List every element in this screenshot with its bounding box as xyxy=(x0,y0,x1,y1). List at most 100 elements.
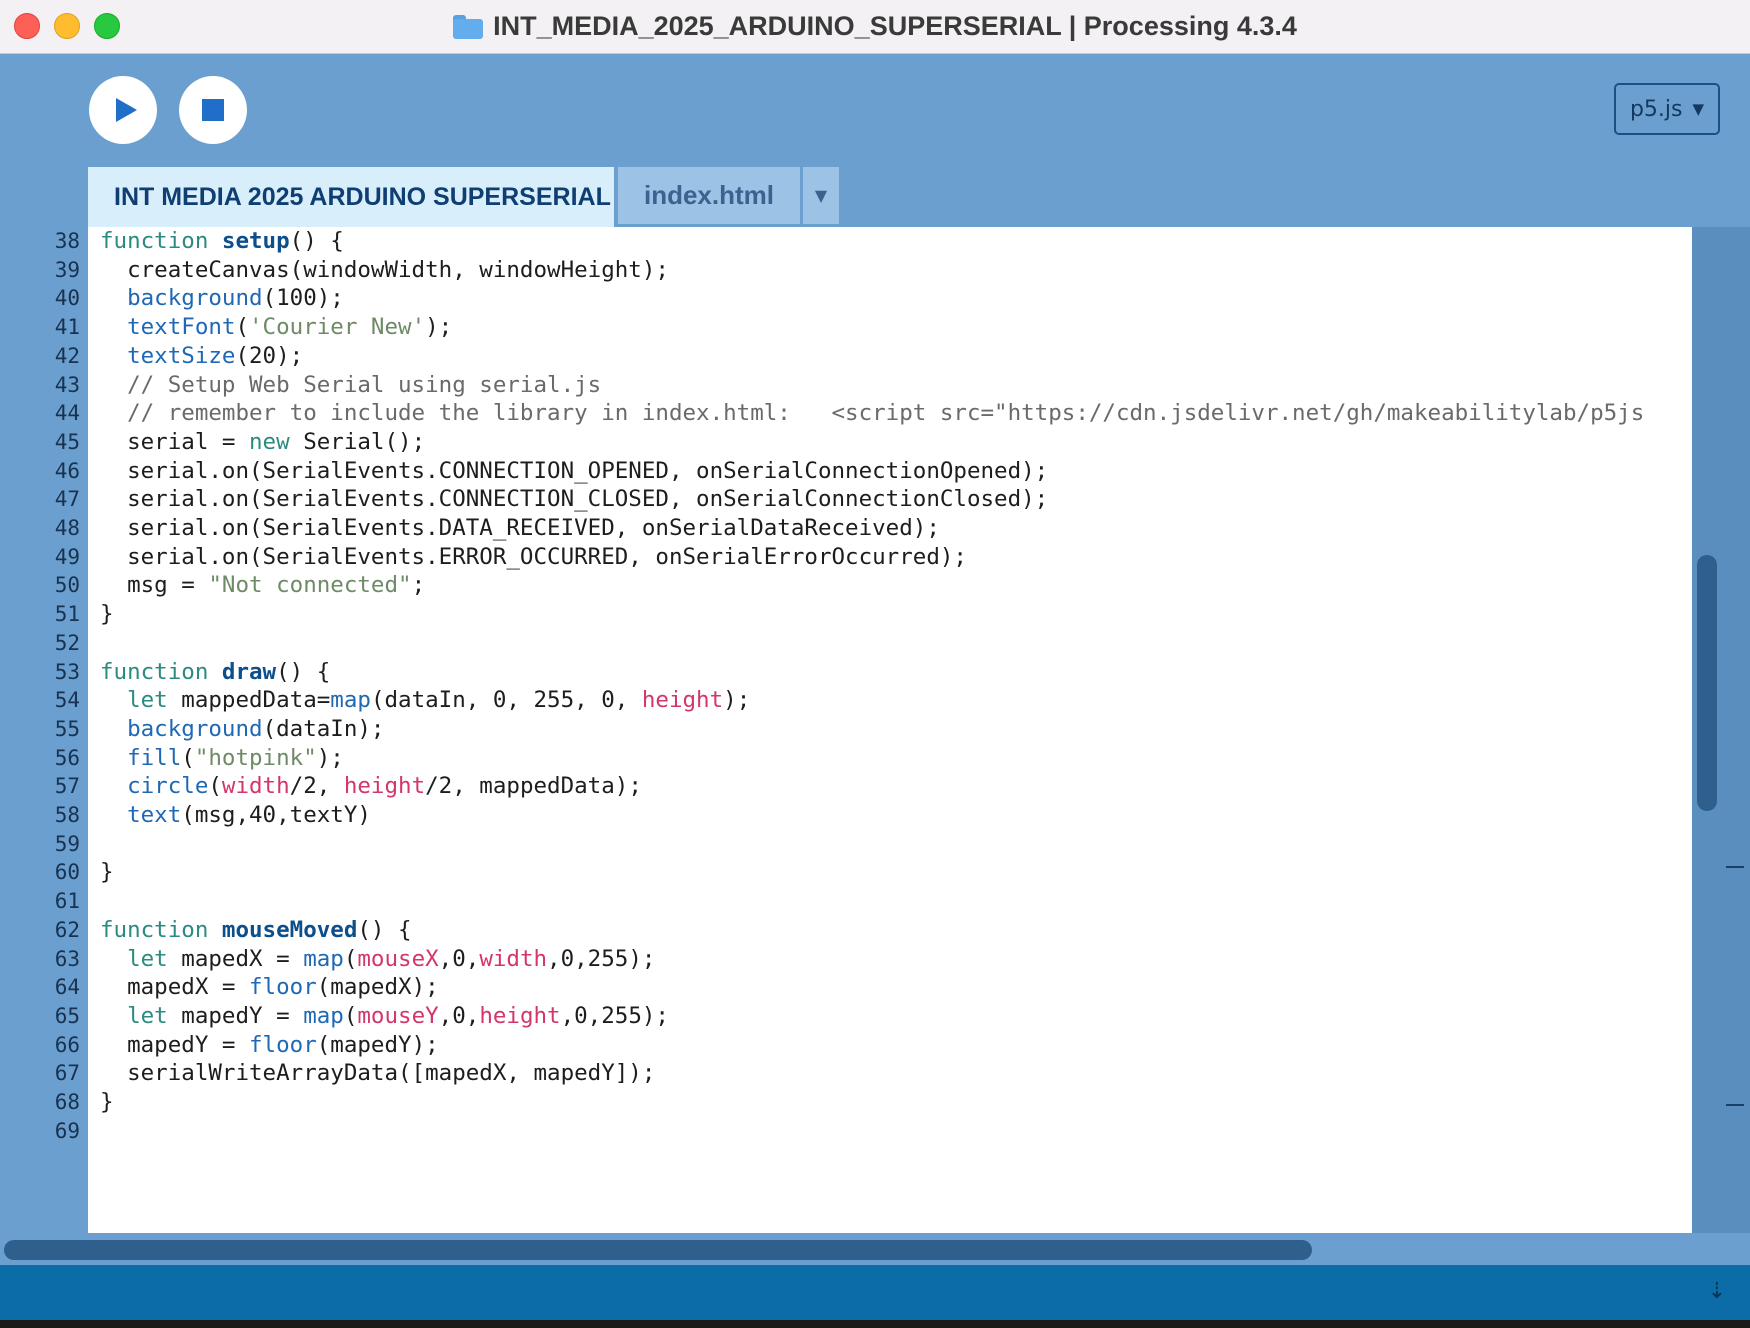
console-toggle-icon[interactable]: ⇣ xyxy=(1704,1277,1730,1307)
code-token: } xyxy=(100,601,114,628)
code-token: (20); xyxy=(235,342,304,369)
title-bar: INT_MEDIA_2025_ARDUINO_SUPERSERIAL | Pro… xyxy=(0,0,1750,54)
line-number: 43 xyxy=(54,372,80,397)
code-token: (100); xyxy=(262,285,344,312)
code-token: height xyxy=(479,1002,561,1029)
code-token: mouseX xyxy=(357,945,439,972)
code-line[interactable]: } xyxy=(100,856,114,888)
code-token: function xyxy=(100,228,209,254)
code-token: mapedX = xyxy=(167,945,304,972)
code-token: () { xyxy=(276,658,331,685)
code-line[interactable]: // remember to include the library in in… xyxy=(100,397,1644,429)
code-token: let xyxy=(127,945,168,972)
code-line[interactable]: textSize(20); xyxy=(100,340,303,372)
code-line[interactable]: textFont('Courier New'); xyxy=(100,311,452,343)
code-editor[interactable]: function setup() { createCanvas(windowWi… xyxy=(88,227,1692,1233)
scroll-marker xyxy=(1726,1104,1744,1106)
code-line[interactable]: function draw() { xyxy=(100,656,330,688)
code-line[interactable]: function mouseMoved() { xyxy=(100,914,412,946)
stop-button[interactable] xyxy=(179,76,247,144)
code-token: /2, mappedData); xyxy=(425,773,642,800)
run-button[interactable] xyxy=(89,76,157,144)
code-token: map xyxy=(303,945,344,972)
line-number: 38 xyxy=(54,229,80,253)
code-line[interactable]: serialWriteArrayData([mapedX, mapedY]); xyxy=(100,1057,655,1089)
code-line[interactable]: fill("hotpink"); xyxy=(100,742,344,774)
code-token: Serial(); xyxy=(289,428,426,455)
code-token: "hotpink" xyxy=(194,744,317,771)
tab-menu-button[interactable]: ▼ xyxy=(803,167,839,224)
code-line[interactable]: function setup() { xyxy=(100,227,344,257)
code-line[interactable]: serial = new Serial(); xyxy=(100,426,425,458)
code-token: 'Courier New' xyxy=(249,314,426,341)
line-number: 42 xyxy=(54,343,80,368)
mode-label: p5.js xyxy=(1629,96,1683,122)
code-line[interactable]: mapedY = floor(mapedY); xyxy=(100,1029,439,1061)
line-number: 68 xyxy=(54,1090,80,1114)
line-number: 48 xyxy=(54,516,80,540)
code-line[interactable]: // Setup Web Serial using serial.js xyxy=(100,369,601,401)
code-token: floor xyxy=(249,1031,317,1058)
tab-sketch-main[interactable]: INT MEDIA 2025 ARDUINO SUPERSERIAL xyxy=(88,167,614,227)
line-number: 64 xyxy=(54,975,80,1000)
code-token: (dataIn); xyxy=(262,715,385,742)
code-token: width xyxy=(221,773,290,800)
scroll-marker xyxy=(1726,866,1744,868)
code-line[interactable]: serial.on(SerialEvents.DATA_RECEIVED, on… xyxy=(100,512,940,544)
code-line[interactable]: background(100); xyxy=(100,282,344,314)
code-line[interactable]: mapedX = floor(mapedX); xyxy=(100,971,439,1003)
code-token: mappedData= xyxy=(167,687,331,714)
line-number: 47 xyxy=(54,487,80,512)
line-number: 55 xyxy=(54,716,80,741)
code-token: // Setup Web Serial using serial.js xyxy=(100,371,602,398)
code-token: text xyxy=(127,802,182,828)
code-line[interactable]: } xyxy=(100,598,114,630)
code-token: (msg,40,textY) xyxy=(181,802,371,828)
mode-selector[interactable]: p5.js ▼ xyxy=(1614,83,1720,135)
code-line[interactable]: serial.on(SerialEvents.ERROR_OCCURRED, o… xyxy=(100,541,967,573)
line-number: 57 xyxy=(54,774,80,799)
tab-label: INT MEDIA 2025 ARDUINO SUPERSERIAL xyxy=(114,182,611,211)
vertical-scroll-thumb[interactable] xyxy=(1697,555,1717,811)
processing-window: INT_MEDIA_2025_ARDUINO_SUPERSERIAL | Pro… xyxy=(0,0,1750,1328)
code-line[interactable]: } xyxy=(100,1086,114,1118)
line-number-gutter: 38 39 40 41 42 43 44 45 46 47 48 49 50 51 52 53 54 55 56 57… xyxy=(0,227,88,1233)
code-line[interactable]: createCanvas(windowWidth, windowHeight); xyxy=(100,254,669,286)
code-line[interactable]: let mappedData=map(dataIn, 0, 255, 0, he… xyxy=(100,684,750,716)
play-icon xyxy=(116,98,137,122)
code-token: map xyxy=(330,687,371,714)
code-line[interactable]: serial.on(SerialEvents.CONNECTION_CLOSED… xyxy=(100,483,1048,515)
horizontal-scroll-thumb[interactable] xyxy=(4,1240,1312,1260)
code-token: draw xyxy=(221,658,277,685)
code-token: background xyxy=(127,715,263,742)
code-token: textSize xyxy=(127,342,236,369)
code-line[interactable]: let mapedY = map(mouseY,0,height,0,255); xyxy=(100,1000,669,1032)
line-number: 58 xyxy=(54,803,80,827)
line-number: 66 xyxy=(54,1032,80,1057)
stop-icon xyxy=(202,99,224,121)
code-line[interactable]: circle(width/2, height/2, mappedData); xyxy=(100,770,642,802)
code-token: serialWriteArrayData([mapedX, mapedY]); xyxy=(100,1060,656,1087)
code-line[interactable]: let mapedX = map(mouseX,0,width,0,255); xyxy=(100,943,655,975)
line-number: 54 xyxy=(54,688,80,713)
code-token: (mapedX); xyxy=(316,974,439,1001)
code-token: ( xyxy=(343,1002,358,1029)
code-token: serial.on(SerialEvents.ERROR_OCCURRED, o… xyxy=(100,543,967,570)
code-token: // remember to include the library in in… xyxy=(100,400,1645,427)
chevron-down-icon: ▼ xyxy=(814,186,828,205)
code-token: textFont xyxy=(127,314,236,341)
code-line[interactable]: msg = "Not connected"; xyxy=(100,569,425,601)
tab-index-html[interactable]: index.html xyxy=(618,167,800,224)
code-token: ); xyxy=(425,314,453,341)
code-line[interactable]: text(msg,40,textY) xyxy=(100,799,371,831)
code-line[interactable]: background(dataIn); xyxy=(100,713,384,745)
code-token: (dataIn, 0, 255, 0, xyxy=(370,687,642,714)
code-line[interactable]: serial.on(SerialEvents.CONNECTION_OPENED… xyxy=(100,455,1048,487)
code-token: serial.on(SerialEvents.CONNECTION_CLOSED… xyxy=(100,486,1049,513)
folder-icon xyxy=(453,14,484,39)
code-token: msg = xyxy=(100,572,209,599)
